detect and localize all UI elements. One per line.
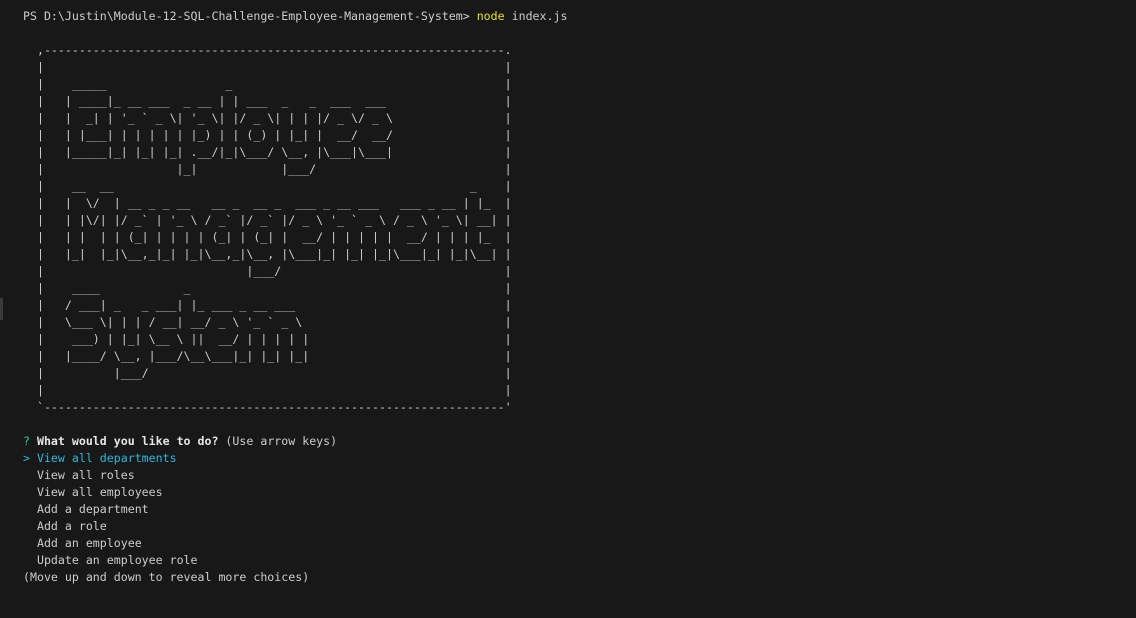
ascii-banner: ,---------------------------------------… (23, 42, 567, 416)
choice-item[interactable]: Update an employee role (23, 552, 567, 569)
banner-art-line: | / ___| _ _ ___| |_ ___ _ __ ___ | (23, 298, 512, 312)
banner-art-line: | \___ \| | | / __| __/ _ \ '_ ` _ \ | (23, 315, 512, 329)
banner-art-line: | |___/ | (23, 264, 512, 278)
banner-art-line: | | (23, 383, 512, 397)
choice-item[interactable]: Add a role (23, 518, 567, 535)
choice-label: Update an employee role (36, 553, 198, 567)
choice-label: View all roles (36, 468, 135, 482)
choice-item[interactable]: View all employees (23, 484, 567, 501)
choice-label: Add an employee (36, 536, 142, 550)
question-marker: ? (23, 434, 37, 448)
choice-item-selected[interactable]: > View all departments (23, 450, 567, 467)
banner-art-line: | ___) | |_| \__ \ || __/ | | | | | | (23, 332, 512, 346)
choice-label: View all employees (36, 485, 163, 499)
banner-bottom-border: `---------------------------------------… (23, 400, 512, 414)
command-name: node (476, 9, 505, 23)
choice-list[interactable]: > View all departments View all roles Vi… (23, 450, 567, 569)
question-line: ? What would you like to do? (Use arrow … (23, 433, 567, 450)
banner-art-line: | | |\/| |/ _` | '_ \ / _` |/ _` |/ _ \ … (23, 213, 512, 227)
choice-label: Add a role (36, 519, 107, 533)
terminal-output[interactable]: PS D:\Justin\Module-12-SQL-Challenge-Emp… (23, 8, 567, 586)
banner-art-line: | | | | | (_| | | | | (_| | (_| | __/ | … (23, 230, 512, 244)
banner-art-line: | _____ _ | (23, 77, 512, 91)
banner-art-line: | |_| |_|\__,_|_| |_|\__,_|\__, |\___|_|… (23, 247, 512, 261)
banner-art-line: | | |___| | | | | | |_) | | (_) | |_| | … (23, 128, 512, 142)
choice-label: Add a department (36, 502, 149, 516)
choice-item[interactable]: Add an employee (23, 535, 567, 552)
command-line: PS D:\Justin\Module-12-SQL-Challenge-Emp… (23, 8, 567, 25)
banner-art-line: | |___/ | (23, 366, 512, 380)
pointer-icon: > (23, 451, 37, 465)
scrollbar-marker[interactable] (0, 298, 3, 320)
banner-art-line: | |_____|_| |_| |_| .__/|_|\___/ \__, |\… (23, 145, 512, 159)
banner-art-line: | ____ _ | (23, 281, 512, 295)
banner-art-line: | | \/ | __ _ _ __ __ _ __ _ ___ _ __ __… (23, 196, 512, 210)
choice-item[interactable]: View all roles (23, 467, 567, 484)
choice-item[interactable]: Add a department (23, 501, 567, 518)
banner-art-line: | | ____|_ __ ___ _ __ | | ___ _ _ ___ _… (23, 94, 512, 108)
banner-art-line: | | _| | '_ ` _ \| '_ \| |/ _ \| | | |/ … (23, 111, 512, 125)
shell-prompt: PS D:\Justin\Module-12-SQL-Challenge-Emp… (23, 9, 477, 23)
question-text: What would you like to do? (36, 434, 219, 448)
more-choices-hint: (Move up and down to reveal more choices… (23, 570, 310, 584)
banner-art-line: | __ __ _ | (23, 179, 512, 193)
banner-top-border: ,---------------------------------------… (23, 43, 512, 57)
choice-label: View all departments (36, 451, 177, 465)
command-args: index.js (504, 9, 568, 23)
question-hint: (Use arrow keys) (218, 434, 338, 448)
banner-art-line: | |____/ \__, |___/\__\___|_| |_| |_| | (23, 349, 512, 363)
banner-art-line: | |_| |___/ | (23, 162, 512, 176)
banner-art-line: | | (23, 60, 512, 74)
